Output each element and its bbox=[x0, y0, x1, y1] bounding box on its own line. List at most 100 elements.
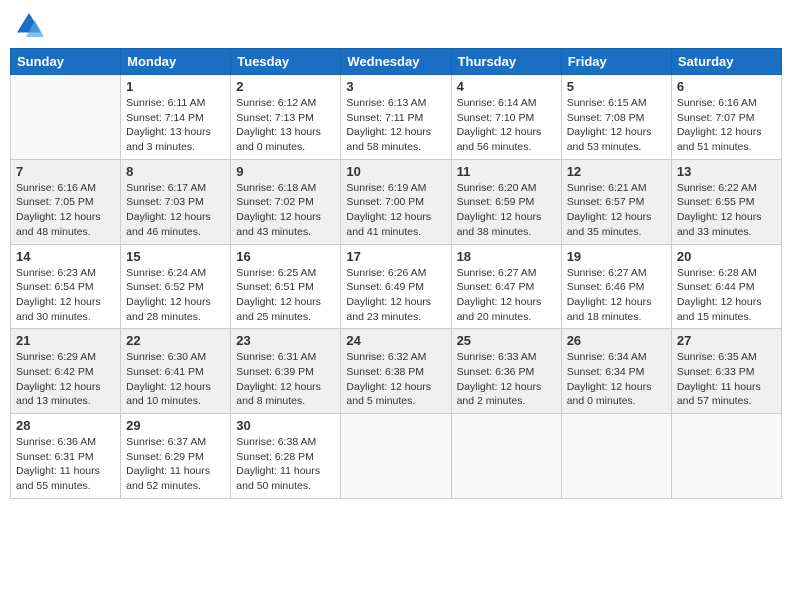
calendar-day-cell: 15Sunrise: 6:24 AM Sunset: 6:52 PM Dayli… bbox=[121, 244, 231, 329]
day-info: Sunrise: 6:16 AM Sunset: 7:07 PM Dayligh… bbox=[677, 96, 776, 155]
day-number: 26 bbox=[567, 333, 666, 348]
day-number: 24 bbox=[346, 333, 445, 348]
calendar-day-cell: 11 Sunrise: 6:20 AM Sunset: 6:59 PM Dayli… bbox=[451, 159, 561, 244]
day-number: 12 bbox=[567, 164, 666, 179]
day-of-week-header: Tuesday bbox=[231, 49, 341, 75]
calendar-day-cell: 21 Sunrise: 6:29 AM Sunset: 6:42 PM Dayli… bbox=[11, 329, 121, 414]
day-number: 18 bbox=[457, 249, 556, 264]
day-info: Sunrise: 6:27 AM Sunset: 6:47 PM Dayligh… bbox=[457, 266, 556, 325]
day-number: 9 bbox=[236, 164, 335, 179]
day-info: Sunrise: 6:14 AM Sunset: 7:10 PM Dayligh… bbox=[457, 96, 556, 155]
day-number: 1 bbox=[126, 79, 225, 94]
day-number: 29 bbox=[126, 418, 225, 433]
calendar-header-row: SundayMondayTuesdayWednesdayThursdayFrid… bbox=[11, 49, 782, 75]
calendar-day-cell: 7Sunrise: 6:16 AM Sunset: 7:05 PM Daylig… bbox=[11, 159, 121, 244]
day-number: 17 bbox=[346, 249, 445, 264]
day-info: Sunrise: 6:16 AM Sunset: 7:05 PM Dayligh… bbox=[16, 181, 115, 240]
calendar-day-cell: 29 Sunrise: 6:37 AM Sunset: 6:29 PM Dayli… bbox=[121, 414, 231, 499]
calendar-day-cell: 10 Sunrise: 6:19 AM Sunset: 7:00 PM Dayli… bbox=[341, 159, 451, 244]
day-info: Sunrise: 6:38 AM Sunset: 6:28 PM Dayligh… bbox=[236, 435, 335, 494]
logo-icon bbox=[14, 10, 44, 40]
calendar-day-cell: 27 Sunrise: 6:35 AM Sunset: 6:33 PM Dayli… bbox=[671, 329, 781, 414]
day-number: 13 bbox=[677, 164, 776, 179]
day-number: 14 bbox=[16, 249, 115, 264]
calendar-day-cell: 24 Sunrise: 6:32 AM Sunset: 6:38 PM Dayli… bbox=[341, 329, 451, 414]
calendar-day-cell: 18 Sunrise: 6:27 AM Sunset: 6:47 PM Dayli… bbox=[451, 244, 561, 329]
calendar-day-cell: 8 Sunrise: 6:17 AM Sunset: 7:03 PM Daylig… bbox=[121, 159, 231, 244]
day-info: Sunrise: 6:26 AM Sunset: 6:49 PM Dayligh… bbox=[346, 266, 445, 325]
calendar-day-cell: 14 Sunrise: 6:23 AM Sunset: 6:54 PM Dayli… bbox=[11, 244, 121, 329]
day-number: 30 bbox=[236, 418, 335, 433]
day-number: 19 bbox=[567, 249, 666, 264]
calendar-day-cell: 16Sunrise: 6:25 AM Sunset: 6:51 PM Dayli… bbox=[231, 244, 341, 329]
day-number: 27 bbox=[677, 333, 776, 348]
day-of-week-header: Thursday bbox=[451, 49, 561, 75]
day-info: Sunrise: 6:30 AM Sunset: 6:41 PM Dayligh… bbox=[126, 350, 225, 409]
calendar-week-row: 28Sunrise: 6:36 AM Sunset: 6:31 PM Dayli… bbox=[11, 414, 782, 499]
calendar-day-cell: 2 Sunrise: 6:12 AM Sunset: 7:13 PM Daylig… bbox=[231, 75, 341, 160]
calendar-day-cell: 23 Sunrise: 6:31 AM Sunset: 6:39 PM Dayli… bbox=[231, 329, 341, 414]
calendar-day-cell: 22 Sunrise: 6:30 AM Sunset: 6:41 PM Dayli… bbox=[121, 329, 231, 414]
day-info: Sunrise: 6:27 AM Sunset: 6:46 PM Dayligh… bbox=[567, 266, 666, 325]
day-info: Sunrise: 6:11 AM Sunset: 7:14 PM Dayligh… bbox=[126, 96, 225, 155]
day-info: Sunrise: 6:31 AM Sunset: 6:39 PM Dayligh… bbox=[236, 350, 335, 409]
day-number: 23 bbox=[236, 333, 335, 348]
day-number: 22 bbox=[126, 333, 225, 348]
day-of-week-header: Wednesday bbox=[341, 49, 451, 75]
day-info: Sunrise: 6:37 AM Sunset: 6:29 PM Dayligh… bbox=[126, 435, 225, 494]
page-header bbox=[10, 10, 782, 40]
calendar-day-cell bbox=[671, 414, 781, 499]
calendar-week-row: 1 Sunrise: 6:11 AM Sunset: 7:14 PM Daylig… bbox=[11, 75, 782, 160]
day-info: Sunrise: 6:22 AM Sunset: 6:55 PM Dayligh… bbox=[677, 181, 776, 240]
day-number: 11 bbox=[457, 164, 556, 179]
day-number: 28 bbox=[16, 418, 115, 433]
day-info: Sunrise: 6:19 AM Sunset: 7:00 PM Dayligh… bbox=[346, 181, 445, 240]
day-info: Sunrise: 6:29 AM Sunset: 6:42 PM Dayligh… bbox=[16, 350, 115, 409]
day-info: Sunrise: 6:12 AM Sunset: 7:13 PM Dayligh… bbox=[236, 96, 335, 155]
calendar-day-cell: 25 Sunrise: 6:33 AM Sunset: 6:36 PM Dayli… bbox=[451, 329, 561, 414]
day-info: Sunrise: 6:33 AM Sunset: 6:36 PM Dayligh… bbox=[457, 350, 556, 409]
day-info: Sunrise: 6:17 AM Sunset: 7:03 PM Dayligh… bbox=[126, 181, 225, 240]
day-number: 8 bbox=[126, 164, 225, 179]
day-of-week-header: Saturday bbox=[671, 49, 781, 75]
calendar-day-cell: 1 Sunrise: 6:11 AM Sunset: 7:14 PM Daylig… bbox=[121, 75, 231, 160]
day-info: Sunrise: 6:20 AM Sunset: 6:59 PM Dayligh… bbox=[457, 181, 556, 240]
calendar-day-cell: 9 Sunrise: 6:18 AM Sunset: 7:02 PM Daylig… bbox=[231, 159, 341, 244]
day-number: 6 bbox=[677, 79, 776, 94]
day-number: 21 bbox=[16, 333, 115, 348]
calendar-week-row: 7Sunrise: 6:16 AM Sunset: 7:05 PM Daylig… bbox=[11, 159, 782, 244]
day-info: Sunrise: 6:23 AM Sunset: 6:54 PM Dayligh… bbox=[16, 266, 115, 325]
calendar-day-cell bbox=[451, 414, 561, 499]
calendar-week-row: 21 Sunrise: 6:29 AM Sunset: 6:42 PM Dayli… bbox=[11, 329, 782, 414]
day-number: 5 bbox=[567, 79, 666, 94]
day-info: Sunrise: 6:15 AM Sunset: 7:08 PM Dayligh… bbox=[567, 96, 666, 155]
calendar-day-cell: 3Sunrise: 6:13 AM Sunset: 7:11 PM Daylig… bbox=[341, 75, 451, 160]
calendar-day-cell bbox=[11, 75, 121, 160]
calendar-day-cell: 17 Sunrise: 6:26 AM Sunset: 6:49 PM Dayli… bbox=[341, 244, 451, 329]
calendar-day-cell: 6 Sunrise: 6:16 AM Sunset: 7:07 PM Daylig… bbox=[671, 75, 781, 160]
day-info: Sunrise: 6:18 AM Sunset: 7:02 PM Dayligh… bbox=[236, 181, 335, 240]
calendar-day-cell bbox=[341, 414, 451, 499]
calendar-day-cell: 30 Sunrise: 6:38 AM Sunset: 6:28 PM Dayli… bbox=[231, 414, 341, 499]
logo bbox=[14, 10, 46, 40]
calendar-day-cell: 5 Sunrise: 6:15 AM Sunset: 7:08 PM Daylig… bbox=[561, 75, 671, 160]
calendar-day-cell: 19 Sunrise: 6:27 AM Sunset: 6:46 PM Dayli… bbox=[561, 244, 671, 329]
calendar-day-cell: 28Sunrise: 6:36 AM Sunset: 6:31 PM Dayli… bbox=[11, 414, 121, 499]
day-number: 4 bbox=[457, 79, 556, 94]
day-number: 15 bbox=[126, 249, 225, 264]
day-info: Sunrise: 6:21 AM Sunset: 6:57 PM Dayligh… bbox=[567, 181, 666, 240]
day-info: Sunrise: 6:25 AM Sunset: 6:51 PM Dayligh… bbox=[236, 266, 335, 325]
calendar-day-cell: 26 Sunrise: 6:34 AM Sunset: 6:34 PM Dayli… bbox=[561, 329, 671, 414]
day-info: Sunrise: 6:13 AM Sunset: 7:11 PM Dayligh… bbox=[346, 96, 445, 155]
day-number: 25 bbox=[457, 333, 556, 348]
calendar-day-cell bbox=[561, 414, 671, 499]
day-number: 2 bbox=[236, 79, 335, 94]
day-info: Sunrise: 6:32 AM Sunset: 6:38 PM Dayligh… bbox=[346, 350, 445, 409]
day-info: Sunrise: 6:35 AM Sunset: 6:33 PM Dayligh… bbox=[677, 350, 776, 409]
day-info: Sunrise: 6:34 AM Sunset: 6:34 PM Dayligh… bbox=[567, 350, 666, 409]
calendar-day-cell: 13 Sunrise: 6:22 AM Sunset: 6:55 PM Dayli… bbox=[671, 159, 781, 244]
calendar-table: SundayMondayTuesdayWednesdayThursdayFrid… bbox=[10, 48, 782, 499]
calendar-day-cell: 20Sunrise: 6:28 AM Sunset: 6:44 PM Dayli… bbox=[671, 244, 781, 329]
day-number: 10 bbox=[346, 164, 445, 179]
day-number: 20 bbox=[677, 249, 776, 264]
